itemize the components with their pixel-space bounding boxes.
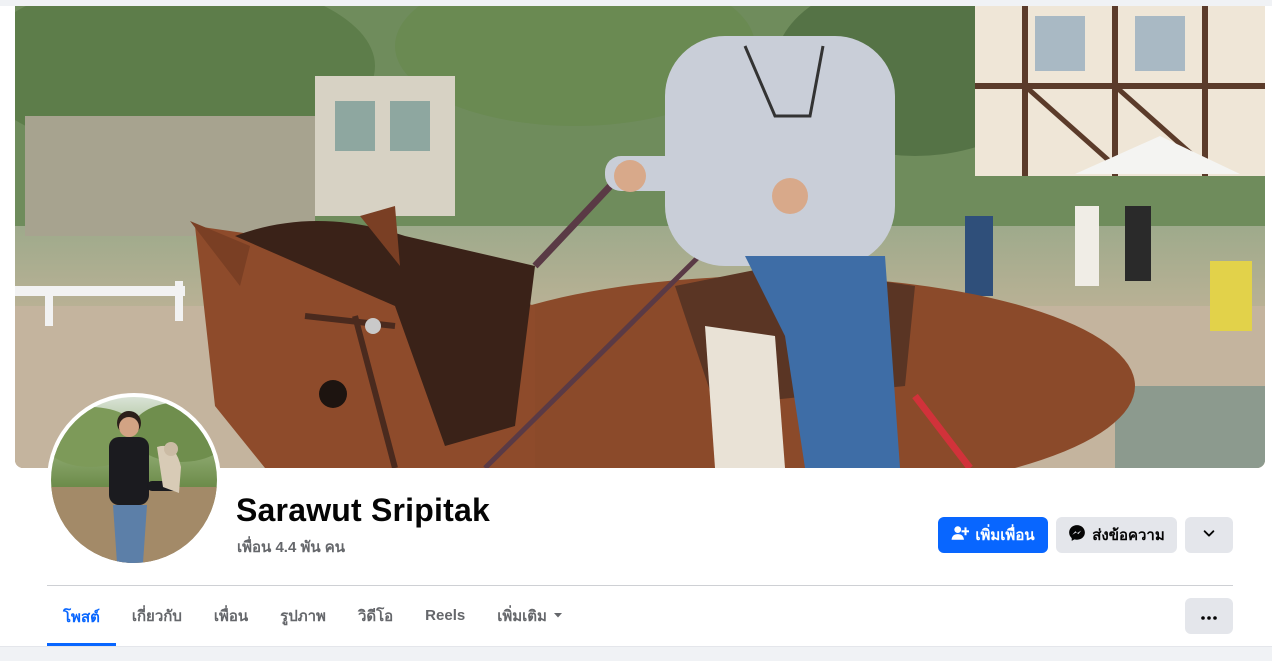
chevron-down-icon bbox=[1202, 526, 1216, 544]
tab-friends[interactable]: เพื่อน bbox=[198, 588, 264, 643]
tab-reels[interactable]: Reels bbox=[409, 588, 481, 643]
add-friend-label: เพิ่มเพื่อน bbox=[975, 527, 1035, 544]
avatar-illustration bbox=[51, 402, 217, 563]
cover-photo[interactable] bbox=[15, 6, 1265, 468]
profile-name: Sarawut Sripitak bbox=[236, 492, 490, 528]
page-background bbox=[0, 646, 1272, 661]
divider bbox=[47, 585, 1233, 586]
tab-about-label: เกี่ยวกับ bbox=[131, 607, 182, 625]
tab-reels-label: Reels bbox=[425, 607, 466, 624]
avatar-photo bbox=[51, 397, 217, 563]
more-options-button[interactable] bbox=[1185, 598, 1233, 634]
profile-tabs: โพสต์ เกี่ยวกับ เพื่อน รูปภาพ วิดีโอ Ree… bbox=[47, 588, 579, 646]
messenger-icon bbox=[1068, 524, 1086, 546]
tab-photos[interactable]: รูปภาพ bbox=[264, 588, 342, 643]
ellipsis-icon bbox=[1201, 607, 1217, 625]
friends-count[interactable]: เพื่อน 4.4 พัน คน bbox=[237, 535, 345, 559]
add-person-icon bbox=[951, 524, 970, 546]
tab-friends-label: เพื่อน bbox=[213, 607, 249, 625]
tab-photos-label: รูปภาพ bbox=[280, 607, 326, 625]
add-friend-button[interactable]: เพิ่มเพื่อน bbox=[938, 517, 1048, 553]
tab-posts-label: โพสต์ bbox=[63, 609, 100, 626]
tab-videos-label: วิดีโอ bbox=[357, 607, 394, 625]
profile-options-button[interactable] bbox=[1185, 517, 1233, 553]
cover-photo-illustration bbox=[15, 6, 1265, 468]
message-button[interactable]: ส่งข้อความ bbox=[1056, 517, 1177, 553]
profile-avatar[interactable] bbox=[47, 393, 221, 567]
tab-more[interactable]: เพิ่มเติม bbox=[481, 588, 579, 643]
tab-posts[interactable]: โพสต์ bbox=[47, 588, 116, 646]
tab-more-label: เพิ่มเติม bbox=[497, 607, 547, 625]
message-label: ส่งข้อความ bbox=[1092, 527, 1165, 544]
tab-about[interactable]: เกี่ยวกับ bbox=[116, 588, 198, 643]
tab-videos[interactable]: วิดีโอ bbox=[342, 588, 409, 643]
caret-down-icon bbox=[553, 607, 563, 624]
